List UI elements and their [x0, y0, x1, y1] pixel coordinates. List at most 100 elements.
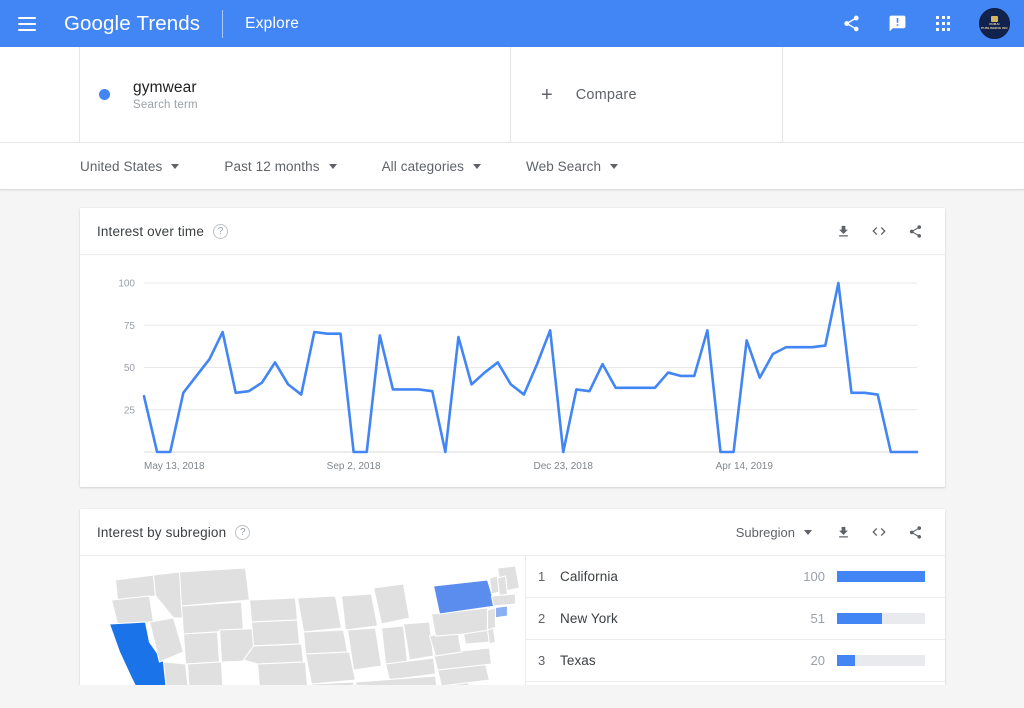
brand-trends-text: Trends — [137, 12, 201, 35]
region-value: 20 — [811, 653, 837, 668]
page-title: Interest over time — [97, 224, 204, 239]
help-icon[interactable]: ? — [235, 525, 250, 540]
feedback-icon[interactable] — [877, 4, 917, 44]
region-name: New York — [560, 611, 618, 626]
add-comparison-button[interactable]: + Compare — [511, 47, 783, 142]
rank: 2 — [538, 611, 560, 626]
avatar-crest-icon — [991, 16, 998, 22]
query-left-gutter — [0, 47, 80, 142]
download-icon[interactable] — [833, 221, 853, 241]
filter-category[interactable]: All categories — [382, 159, 481, 174]
page-body: Interest over time ? 25 50 75 100 May 13, 20… — [0, 190, 1024, 685]
svg-text:Apr 14, 2019: Apr 14, 2019 — [716, 461, 774, 472]
list-item[interactable]: 1 California 100 — [526, 556, 945, 598]
rank: 1 — [538, 569, 560, 584]
map-state-wisconsin[interactable] — [342, 594, 378, 630]
region-value: 51 — [811, 611, 837, 626]
map-state-indiana[interactable] — [382, 626, 408, 664]
filter-search-type[interactable]: Web Search — [526, 159, 618, 174]
svg-text:100: 100 — [118, 279, 135, 290]
chevron-down-icon — [171, 164, 179, 169]
filter-bar: United States Past 12 months All categor… — [0, 143, 1024, 190]
chevron-down-icon — [804, 530, 812, 535]
svg-text:75: 75 — [124, 321, 136, 332]
share-icon[interactable] — [905, 221, 925, 241]
map-state-kansas[interactable] — [258, 662, 308, 685]
search-term-type: Search term — [133, 99, 198, 111]
interest-over-time-chart[interactable]: 25 50 75 100 May 13, 2018 Sep 2, 2018 Dec 23, … — [80, 255, 945, 487]
map-state-delaware[interactable] — [488, 628, 496, 644]
map-state-minnesota[interactable] — [298, 596, 342, 632]
filter-location[interactable]: United States — [80, 159, 179, 174]
plus-icon: + — [541, 85, 553, 105]
avatar[interactable]: Dubai Publishing Inc — [979, 8, 1010, 39]
region-value: 100 — [803, 569, 837, 584]
brand-google-text: Google — [64, 12, 131, 35]
brand-logo[interactable]: Google Trends — [64, 12, 200, 36]
query-right-gutter — [783, 47, 1024, 142]
apps-grid-icon[interactable] — [923, 4, 963, 44]
map-state-arizona[interactable] — [164, 662, 190, 685]
explore-nav-item[interactable]: Explore — [245, 15, 299, 33]
embed-code-icon[interactable] — [869, 522, 889, 542]
map-state-missouri[interactable] — [306, 652, 356, 684]
subregion-title: Interest by subregion — [97, 525, 226, 540]
subregion-select[interactable]: Subregion — [736, 525, 812, 540]
region-name: California — [560, 569, 618, 584]
series-color-dot — [99, 89, 110, 100]
map-state-newjersey[interactable] — [488, 608, 496, 630]
map-state-northdakota[interactable] — [250, 598, 298, 622]
time-series-plot[interactable]: 25 50 75 100 May 13, 2018 Sep 2, 2018 Dec 23, … — [98, 269, 927, 479]
list-item[interactable]: 2 New York 51 — [526, 598, 945, 640]
filter-search-type-label: Web Search — [526, 159, 601, 174]
value-bar — [837, 655, 925, 666]
interest-over-time-card: Interest over time ? 25 50 75 100 May 13, 20… — [80, 208, 945, 487]
chevron-down-icon — [610, 164, 618, 169]
help-icon[interactable]: ? — [213, 224, 228, 239]
map-state-utah[interactable] — [184, 632, 220, 664]
region-name: Texas — [560, 653, 596, 668]
map-state-illinois[interactable] — [348, 628, 382, 670]
us-choropleth-map[interactable] — [80, 556, 526, 685]
list-item[interactable]: 3 Texas 20 — [526, 640, 945, 682]
embed-code-icon[interactable] — [869, 221, 889, 241]
interest-over-time-header: Interest over time ? — [80, 208, 945, 255]
svg-text:25: 25 — [124, 405, 136, 416]
svg-text:50: 50 — [124, 363, 136, 374]
map-state-newmexico[interactable] — [188, 662, 224, 685]
compare-label: Compare — [576, 87, 637, 103]
svg-text:Dec 23, 2018: Dec 23, 2018 — [534, 461, 594, 472]
hamburger-menu-icon[interactable] — [18, 11, 44, 37]
rank: 3 — [538, 653, 560, 668]
subregion-body: 1 California 100 2 New York 51 3 Texas 2… — [80, 556, 945, 685]
share-icon[interactable] — [905, 522, 925, 542]
chevron-down-icon — [329, 164, 337, 169]
map-state-ohio[interactable] — [404, 622, 434, 660]
svg-text:May 13, 2018: May 13, 2018 — [144, 461, 205, 472]
map-state-oregon[interactable] — [112, 596, 154, 624]
map-svg[interactable] — [90, 566, 525, 685]
query-row: gymwear Search term + Compare — [0, 47, 1024, 143]
map-state-massachusetts[interactable] — [492, 594, 516, 606]
map-state-montana[interactable] — [180, 568, 250, 606]
value-bar — [837, 571, 925, 582]
search-term-value: gymwear — [133, 79, 198, 97]
appbar-actions: Dubai Publishing Inc — [831, 4, 1010, 44]
subregion-list: 1 California 100 2 New York 51 3 Texas 2… — [526, 556, 945, 685]
download-icon[interactable] — [833, 522, 853, 542]
svg-text:Sep 2, 2018: Sep 2, 2018 — [327, 461, 381, 472]
map-state-southdakota[interactable] — [252, 620, 300, 646]
subregion-select-label: Subregion — [736, 525, 795, 540]
chevron-down-icon — [473, 164, 481, 169]
map-state-newhampshire[interactable] — [498, 576, 508, 596]
map-state-michigan[interactable] — [374, 584, 410, 624]
map-state-nebraska[interactable] — [244, 644, 304, 664]
appbar-divider — [222, 10, 223, 38]
search-term-input[interactable]: gymwear Search term — [80, 47, 511, 142]
share-icon[interactable] — [831, 4, 871, 44]
avatar-label: Dubai Publishing Inc — [980, 23, 1009, 31]
filter-time-range[interactable]: Past 12 months — [224, 159, 336, 174]
map-state-iowa[interactable] — [304, 630, 348, 654]
interest-by-subregion-header: Interest by subregion ? Subregion — [80, 509, 945, 556]
interest-by-subregion-card: Interest by subregion ? Subregion — [80, 509, 945, 685]
